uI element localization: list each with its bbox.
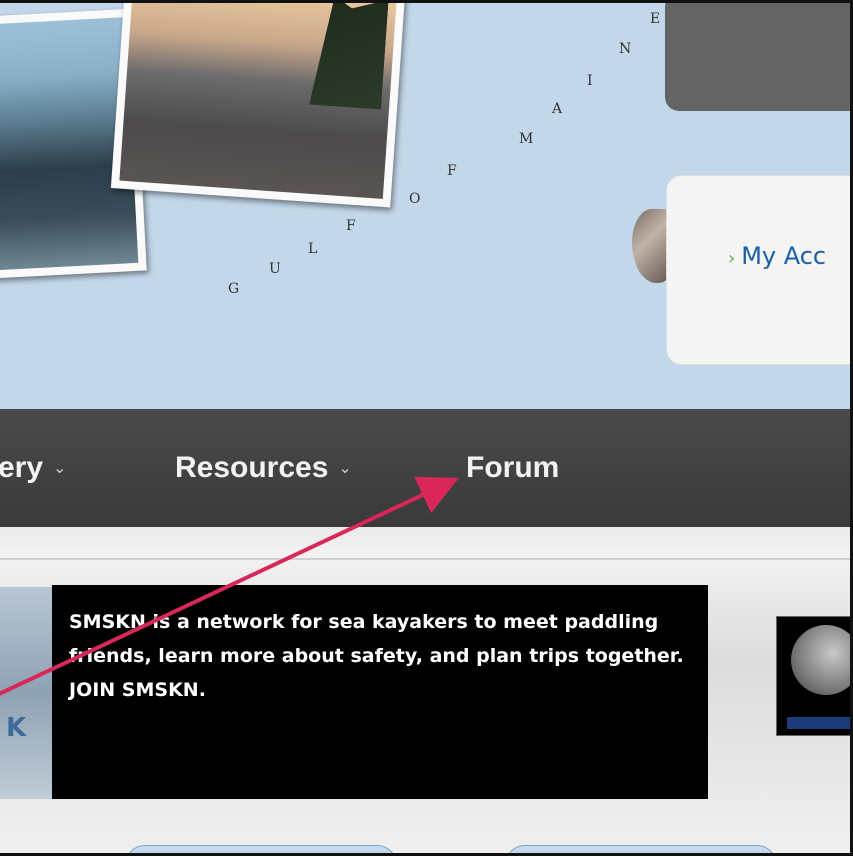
site-header: G U L F O F M A I N E › My Acc xyxy=(0,3,850,409)
slideshow-image[interactable]: K xyxy=(0,587,52,799)
map-label-letter: M xyxy=(519,131,534,147)
slideshow-letter: K xyxy=(6,713,27,743)
widget-bar xyxy=(787,717,850,729)
map-label-letter: E xyxy=(650,11,661,27)
map-label-letter: A xyxy=(552,101,563,117)
tide-moon-widget[interactable] xyxy=(776,616,850,736)
moon-phase-icon xyxy=(791,625,850,695)
main-navigation: ery ⌄ Resources ⌄ Forum xyxy=(0,409,850,527)
account-panel xyxy=(666,175,850,365)
action-button-right[interactable] xyxy=(505,845,777,853)
chevron-down-icon: ⌄ xyxy=(338,460,352,477)
header-photo-beach-sunset xyxy=(110,3,406,208)
map-label-letter: N xyxy=(619,41,632,57)
nav-item-gallery[interactable]: ery ⌄ xyxy=(0,451,66,485)
map-label-letter: I xyxy=(587,73,593,89)
header-top-panel xyxy=(665,3,850,111)
screenshot-frame: G U L F O F M A I N E › My Acc ery ⌄ Resou… xyxy=(0,0,853,856)
map-label-letter: L xyxy=(308,241,318,257)
map-label-letter: F xyxy=(346,218,356,234)
intro-text: SMSKN is a network for sea kayakers to m… xyxy=(69,611,684,701)
intro-banner: SMSKN is a network for sea kayakers to m… xyxy=(52,585,708,799)
nav-item-forum[interactable]: Forum xyxy=(466,451,559,485)
action-button-left[interactable] xyxy=(125,845,397,853)
divider xyxy=(0,558,850,560)
map-label-letter: U xyxy=(269,261,281,277)
nav-item-label: Resources xyxy=(175,451,329,484)
map-label-letter: F xyxy=(447,163,457,179)
my-account-label: My Acc xyxy=(741,242,827,270)
chevron-right-icon: › xyxy=(728,248,736,269)
main-content: K SMSKN is a network for sea kayakers to… xyxy=(0,527,850,853)
my-account-link[interactable]: › My Acc xyxy=(728,242,826,270)
nav-item-label: Forum xyxy=(466,451,560,484)
nav-item-resources[interactable]: Resources ⌄ xyxy=(175,451,352,485)
map-label-letter: O xyxy=(409,191,421,207)
chevron-down-icon: ⌄ xyxy=(53,460,67,477)
map-label-letter: G xyxy=(228,281,240,297)
nav-item-label: ery xyxy=(0,451,44,484)
